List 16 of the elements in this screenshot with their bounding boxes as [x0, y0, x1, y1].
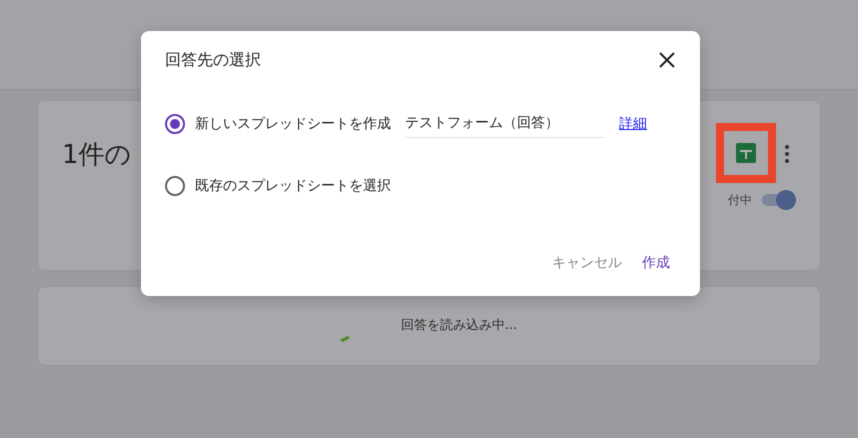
spreadsheet-icon[interactable] [736, 143, 756, 163]
summary-title: 1件の [62, 138, 132, 172]
accepting-toggle[interactable] [760, 189, 796, 211]
details-link[interactable]: 詳細 [619, 115, 647, 133]
radio-button[interactable] [165, 176, 185, 196]
close-icon [659, 52, 675, 68]
option-label: 既存のスプレッドシートを選択 [195, 177, 391, 195]
accepting-label: 付中 [728, 192, 752, 208]
dialog-title: 回答先の選択 [165, 50, 261, 70]
option-label: 新しいスプレッドシートを作成 [195, 115, 391, 133]
cancel-button[interactable]: キャンセル [544, 248, 630, 278]
create-button[interactable]: 作成 [634, 248, 678, 278]
more-icon[interactable] [784, 144, 790, 164]
loading-text: 回答を読み込み中... [400, 317, 518, 334]
radio-button[interactable] [165, 114, 185, 134]
spinner-icon [340, 336, 350, 342]
